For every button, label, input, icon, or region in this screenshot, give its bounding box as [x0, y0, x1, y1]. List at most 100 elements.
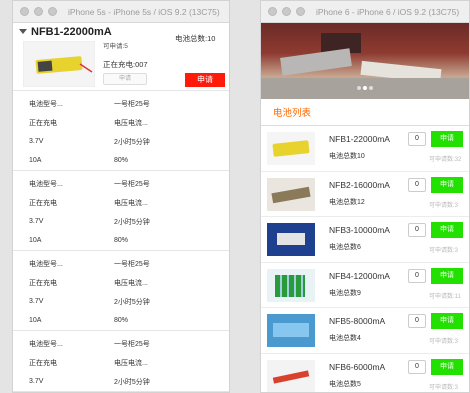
- battery-list-item[interactable]: NFB4-12000mA 电池总数9 0 申请 可申请数:11: [261, 263, 469, 308]
- info-value: 一号柜25号: [114, 340, 150, 348]
- info-label: 电池型号...: [29, 180, 63, 188]
- info-row: 10A 80%: [13, 311, 229, 330]
- info-value: 2小时5分钟: [114, 378, 150, 386]
- apply-button[interactable]: 申请: [431, 313, 463, 329]
- battery-total-count: 电池总数12: [329, 198, 365, 206]
- info-label: 正在充电: [29, 119, 57, 127]
- info-row: 电池型号... 一号柜25号: [13, 174, 229, 193]
- info-value: 80%: [114, 157, 129, 164]
- battery-name: NFB5-8000mA: [329, 316, 386, 326]
- info-value: 电压电流...: [114, 279, 148, 287]
- battery-info-block: 电池型号... 一号柜25号 正在充电 电压电流... 3.7V 2小时5分钟 10A…: [13, 91, 229, 171]
- info-label: 正在充电: [29, 359, 57, 367]
- close-window-button[interactable]: [20, 7, 29, 16]
- battery-list-item[interactable]: NFB2-16000mA 电池总数12 0 申请 可申请数:3: [261, 172, 469, 217]
- info-row: 电池型号... 一号柜25号: [13, 94, 229, 113]
- battery-thumbnail: [267, 223, 315, 256]
- battery-available-count: 可申请数:3: [429, 202, 459, 209]
- battery-total-count: 电池总数5: [329, 380, 361, 388]
- info-value: 2小时5分钟: [114, 218, 150, 226]
- info-row: 电池型号... 一号柜25号: [13, 334, 229, 353]
- battery-charging-count: 正在充电:007: [103, 60, 148, 69]
- carousel-page-indicator[interactable]: [261, 77, 469, 95]
- simulator-window-iphone-6: iPhone 6 - iPhone 6 / iOS 9.2 (13C75) 电池…: [260, 0, 470, 393]
- battery-name: NFB6-6000mA: [329, 361, 386, 372]
- battery-detail-header: NFB1-22000mA 电池总数:10 可申请:5 正在充电:007 申请 申…: [13, 23, 229, 91]
- apply-button[interactable]: 申请: [431, 222, 463, 238]
- battery-total-count: 电池总数9: [329, 289, 361, 297]
- apply-button[interactable]: 申请: [431, 131, 463, 147]
- close-window-button[interactable]: [268, 7, 277, 16]
- apply-button[interactable]: 申请: [431, 267, 463, 284]
- info-row: 3.7V 2小时5分钟: [13, 292, 229, 311]
- info-value: 一号柜25号: [114, 100, 150, 108]
- quantity-field[interactable]: 0: [408, 314, 426, 328]
- info-value: 一号柜25号: [114, 260, 150, 268]
- info-row: 3.7V 2小时5分钟: [13, 212, 229, 231]
- info-row: 正在充电 电压电流...: [13, 113, 229, 132]
- battery-thumbnail: [267, 359, 315, 392]
- info-label: 10A: [29, 317, 42, 324]
- info-value: 80%: [114, 317, 129, 324]
- battery-info-block: 电池型号... 一号柜25号 正在充电 电压电流... 3.7V 2小时5分钟 10A…: [13, 251, 229, 331]
- apply-button[interactable]: 申请: [431, 176, 463, 193]
- info-label: 电池型号...: [29, 100, 63, 108]
- info-value: 80%: [114, 237, 129, 244]
- info-value: 电压电流...: [114, 359, 148, 367]
- battery-available-count: 可申请数:3: [429, 339, 459, 345]
- battery-available-count: 可申请数:3: [429, 248, 459, 254]
- apply-button[interactable]: 申请: [185, 73, 225, 87]
- info-label: 3.7V: [29, 218, 44, 225]
- window-title: iPhone 6 - iPhone 6 / iOS 9.2 (13C75): [316, 6, 460, 17]
- info-row: 10A 80%: [13, 231, 229, 250]
- battery-name: NFB1-22000mA: [31, 26, 112, 38]
- zoom-window-button[interactable]: [48, 7, 57, 16]
- quantity-field[interactable]: 0: [408, 177, 426, 192]
- battery-name: NFB1-22000mA: [329, 134, 390, 144]
- info-value: 一号柜25号: [114, 180, 150, 188]
- quantity-field[interactable]: 0: [408, 132, 426, 146]
- info-row: 3.7V 2小时5分钟: [13, 372, 229, 391]
- battery-list-item[interactable]: NFB1-22000mA 电池总数10 0 申请 可申请数:32: [261, 126, 469, 172]
- info-row: 3.7V 2小时5分钟: [13, 132, 229, 151]
- quantity-field[interactable]: 0: [408, 223, 426, 237]
- minimize-window-button[interactable]: [282, 7, 291, 16]
- battery-name: NFB2-16000mA: [329, 179, 390, 190]
- info-label: 正在充电: [29, 199, 57, 207]
- battery-info-block: 电池型号... 一号柜25号 正在充电 电压电流... 3.7V 2小时5分钟: [13, 331, 229, 392]
- info-value: 2小时5分钟: [114, 298, 150, 306]
- battery-total-count: 电池总数6: [329, 244, 361, 251]
- battery-list-item[interactable]: NFB3-10000mA 电池总数6 0 申请 可申请数:3: [261, 217, 469, 263]
- battery-available-count: 可申请:5: [103, 43, 128, 50]
- battery-thumbnail: [23, 41, 95, 87]
- apply-button[interactable]: 申请: [431, 358, 463, 375]
- info-value: 电压电流...: [114, 119, 148, 127]
- info-label: 正在充电: [29, 279, 57, 287]
- zoom-window-button[interactable]: [296, 7, 305, 16]
- quantity-field[interactable]: 0: [408, 268, 426, 283]
- minimize-window-button[interactable]: [34, 7, 43, 16]
- info-label: 10A: [29, 157, 42, 164]
- info-label: 10A: [29, 237, 42, 244]
- info-row: 正在充电 电压电流...: [13, 193, 229, 212]
- window-titlebar: iPhone 6 - iPhone 6 / iOS 9.2 (13C75): [261, 1, 469, 23]
- battery-total-count: 电池总数4: [329, 335, 361, 342]
- battery-thumbnail: [267, 268, 315, 302]
- info-value: 电压电流...: [114, 199, 148, 207]
- quantity-field[interactable]: 0: [408, 359, 426, 374]
- info-row: 10A 80%: [13, 151, 229, 170]
- battery-list-item[interactable]: NFB5-8000mA 电池总数4 0 申请 可申请数:3: [261, 308, 469, 354]
- battery-name: NFB4-12000mA: [329, 270, 390, 281]
- info-row: 正在充电 电压电流...: [13, 273, 229, 292]
- battery-info-list: 电池型号... 一号柜25号 正在充电 电压电流... 3.7V 2小时5分钟 10A…: [13, 91, 229, 392]
- hero-banner-carousel[interactable]: [261, 23, 469, 99]
- section-title: 电池列表: [261, 99, 469, 126]
- secondary-apply-button[interactable]: 申请: [103, 73, 147, 85]
- battery-thumbnail: [267, 132, 315, 165]
- battery-info-block: 电池型号... 一号柜25号 正在充电 电压电流... 3.7V 2小时5分钟 10A…: [13, 171, 229, 251]
- collapse-triangle-icon[interactable]: [19, 29, 27, 34]
- info-label: 3.7V: [29, 138, 44, 145]
- info-row: 电池型号... 一号柜25号: [13, 254, 229, 273]
- battery-list-item[interactable]: NFB6-6000mA 电池总数5 0 申请 可申请数:3: [261, 354, 469, 392]
- info-label: 3.7V: [29, 378, 44, 385]
